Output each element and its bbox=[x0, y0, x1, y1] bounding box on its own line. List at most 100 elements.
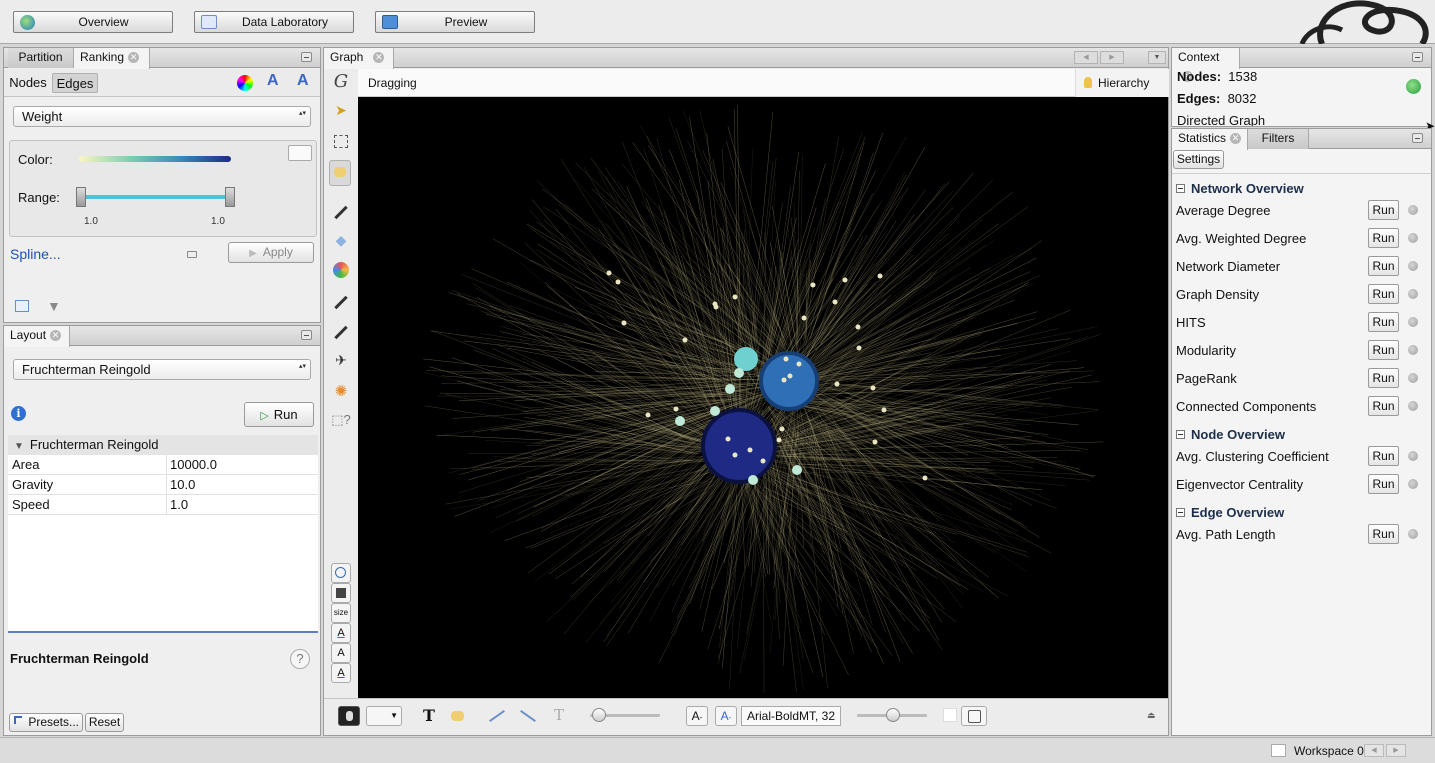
section-header[interactable]: Node Overview bbox=[1176, 427, 1285, 442]
node[interactable] bbox=[870, 385, 876, 391]
node[interactable] bbox=[725, 384, 735, 394]
node[interactable] bbox=[877, 273, 883, 279]
filter-icon[interactable]: ▼ bbox=[47, 298, 61, 314]
tab-context[interactable]: Context✕ bbox=[1172, 48, 1240, 83]
node[interactable] bbox=[832, 299, 838, 305]
range-max-handle[interactable] bbox=[225, 187, 235, 207]
node[interactable] bbox=[732, 452, 738, 458]
statistic-run-button[interactable]: Run bbox=[1368, 368, 1399, 388]
node[interactable] bbox=[748, 475, 758, 485]
font-size-down-icon[interactable]: A- bbox=[686, 706, 708, 726]
node-cluster-large[interactable] bbox=[701, 408, 777, 484]
label-color-swatch[interactable] bbox=[943, 708, 957, 722]
node[interactable] bbox=[734, 368, 744, 378]
zoom-fit-icon[interactable] bbox=[331, 563, 351, 583]
edge-show-icon[interactable] bbox=[486, 706, 508, 726]
statistic-run-button[interactable]: Run bbox=[1368, 446, 1399, 466]
statistic-report-icon[interactable] bbox=[1408, 233, 1418, 243]
drag-hand-icon[interactable] bbox=[329, 160, 351, 186]
tab-ranking[interactable]: Ranking ✕ bbox=[74, 48, 150, 69]
close-icon[interactable]: ✕ bbox=[128, 52, 140, 64]
info-icon[interactable]: i bbox=[11, 406, 26, 421]
node[interactable] bbox=[781, 377, 787, 383]
node[interactable] bbox=[710, 406, 720, 416]
minimize-icon[interactable] bbox=[301, 52, 312, 62]
statistic-report-icon[interactable] bbox=[1408, 451, 1418, 461]
property-row-area[interactable]: Area 10000.0 bbox=[8, 455, 318, 475]
node[interactable] bbox=[787, 373, 793, 379]
rectangle-select-icon[interactable] bbox=[331, 132, 351, 152]
select-arrow-icon[interactable]: ➤ bbox=[331, 102, 351, 122]
subtab-nodes[interactable]: Nodes bbox=[7, 73, 49, 93]
close-icon[interactable]: ✕ bbox=[50, 330, 62, 342]
data-laboratory-button[interactable]: Data Laboratory bbox=[194, 11, 354, 33]
attribute-select[interactable]: Weight bbox=[13, 106, 311, 127]
node[interactable] bbox=[682, 337, 688, 343]
node[interactable] bbox=[776, 437, 782, 443]
node[interactable] bbox=[842, 277, 848, 283]
node[interactable] bbox=[801, 315, 807, 321]
node[interactable] bbox=[834, 381, 840, 387]
node[interactable] bbox=[675, 416, 685, 426]
preview-button[interactable]: Preview bbox=[375, 11, 535, 33]
tab-partition[interactable]: Partition bbox=[8, 48, 74, 68]
statistic-run-button[interactable]: Run bbox=[1368, 312, 1399, 332]
statistic-report-icon[interactable] bbox=[1408, 205, 1418, 215]
hand-label-icon[interactable] bbox=[447, 706, 469, 726]
node[interactable] bbox=[732, 294, 738, 300]
tab-graph[interactable]: Graph ✕ bbox=[324, 48, 394, 69]
statistic-run-button[interactable]: Run bbox=[1368, 200, 1399, 220]
close-icon[interactable]: ✕ bbox=[373, 52, 385, 64]
statistic-report-icon[interactable] bbox=[1408, 317, 1418, 327]
edge-color-icon[interactable] bbox=[517, 706, 539, 726]
minimize-icon[interactable] bbox=[1412, 133, 1423, 143]
label-size-a-icon[interactable]: A bbox=[331, 663, 351, 683]
scroll-right-icon[interactable]: ▶ bbox=[1100, 51, 1124, 64]
collapse-icon[interactable] bbox=[1176, 184, 1185, 193]
node[interactable] bbox=[856, 345, 862, 351]
node[interactable] bbox=[615, 279, 621, 285]
minimize-icon[interactable] bbox=[1412, 52, 1423, 62]
node[interactable] bbox=[779, 426, 785, 432]
node[interactable] bbox=[855, 324, 861, 330]
node-cluster-medium[interactable] bbox=[759, 351, 819, 411]
node-color-icon[interactable] bbox=[331, 583, 351, 603]
color-gradient[interactable] bbox=[79, 156, 231, 162]
tab-filters[interactable]: Filters bbox=[1248, 129, 1309, 149]
section-header[interactable]: Edge Overview bbox=[1176, 505, 1284, 520]
diamond-icon[interactable]: ◆ bbox=[331, 232, 351, 252]
range-min-handle[interactable] bbox=[76, 187, 86, 207]
statistic-report-icon[interactable] bbox=[1408, 345, 1418, 355]
presets-button[interactable]: Presets... bbox=[9, 713, 83, 732]
node[interactable] bbox=[810, 282, 816, 288]
run-layout-button[interactable]: ▷ Run bbox=[244, 402, 314, 427]
property-value[interactable]: 1.0 bbox=[166, 495, 188, 514]
edge-scale-handle[interactable] bbox=[592, 708, 606, 722]
spline-link[interactable]: Spline... bbox=[10, 246, 61, 262]
label-font-a-icon[interactable]: A bbox=[331, 643, 351, 663]
node[interactable] bbox=[872, 439, 878, 445]
statistic-run-button[interactable]: Run bbox=[1368, 524, 1399, 544]
property-row-gravity[interactable]: Gravity 10.0 bbox=[8, 475, 318, 495]
statistic-report-icon[interactable] bbox=[1408, 401, 1418, 411]
node[interactable] bbox=[673, 406, 679, 412]
label-color-a-icon[interactable]: A bbox=[331, 623, 351, 643]
property-row-speed[interactable]: Speed 1.0 bbox=[8, 495, 318, 515]
tab-layout[interactable]: Layout ✕ bbox=[4, 326, 70, 347]
font-selector[interactable]: Arial-BoldMT, 32 bbox=[741, 706, 841, 726]
statistic-report-icon[interactable] bbox=[1408, 373, 1418, 383]
color-picker-icon[interactable] bbox=[333, 262, 349, 278]
statistic-report-icon[interactable] bbox=[1408, 289, 1418, 299]
layout-algorithm-select[interactable]: Fruchterman Reingold bbox=[13, 359, 311, 380]
airplane-icon[interactable]: ✈ bbox=[331, 352, 351, 372]
node[interactable] bbox=[796, 361, 802, 367]
palette-icon[interactable] bbox=[288, 145, 312, 161]
expand-toolbar-icon[interactable]: ⏏ bbox=[1147, 710, 1157, 720]
property-value[interactable]: 10000.0 bbox=[166, 455, 217, 474]
screenshot-dropdown-icon[interactable]: ▼ bbox=[366, 706, 402, 726]
workspace-next-icon[interactable]: ▶ bbox=[1386, 744, 1406, 757]
edge-label-icon[interactable]: T bbox=[548, 706, 570, 726]
color-wheel-icon[interactable] bbox=[237, 75, 253, 91]
select-help-icon[interactable]: ⬚? bbox=[331, 412, 351, 432]
statistic-run-button[interactable]: Run bbox=[1368, 256, 1399, 276]
